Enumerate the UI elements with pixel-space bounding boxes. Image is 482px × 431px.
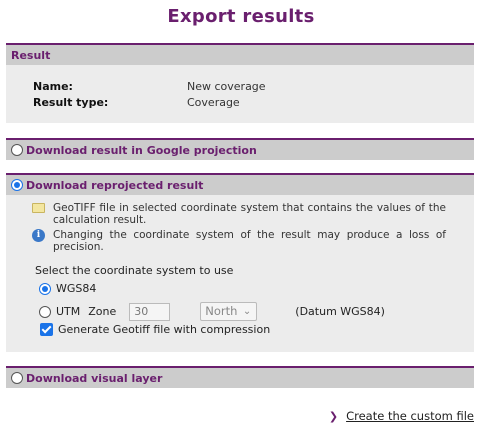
utm-radio[interactable] (39, 305, 51, 318)
chevron-right-icon: ❯ (328, 409, 339, 423)
name-label: Name: (33, 80, 73, 93)
hemisphere-select[interactable]: North ⌄ (200, 302, 258, 321)
visual-layer-section: Download visual layer (6, 366, 474, 388)
compression-checkbox[interactable] (40, 323, 53, 336)
select-prompt: Select the coordinate system to use (35, 264, 234, 277)
visual-layer-radio[interactable] (11, 372, 23, 384)
google-projection-option[interactable]: Download result in Google projection (6, 138, 474, 160)
geotiff-info: GeoTIFF file in selected coordinate syst… (32, 202, 446, 226)
hemisphere-value: North (205, 304, 238, 318)
create-custom-file-link[interactable]: ❯ Create the custom file (329, 409, 474, 423)
wgs84-radio[interactable] (39, 282, 51, 295)
result-heading: Result (6, 43, 474, 65)
utm-label: UTM (56, 305, 81, 318)
wgs84-label: WGS84 (56, 282, 97, 295)
info-icon: i (32, 229, 45, 242)
google-projection-label: Download result in Google projection (26, 143, 257, 157)
folder-icon (32, 203, 45, 213)
google-projection-radio[interactable] (11, 144, 23, 156)
result-type-value: Coverage (187, 96, 240, 109)
visual-layer-label: Download visual layer (26, 371, 163, 385)
compression-label: Generate Geotiff file with compression (58, 323, 271, 336)
result-type-label: Result type: (33, 96, 109, 109)
wgs84-option[interactable]: WGS84 (39, 282, 96, 295)
datum-label: (Datum WGS84) (295, 305, 385, 318)
reprojected-option[interactable]: Download reprojected result (6, 173, 474, 195)
reprojected-body: GeoTIFF file in selected coordinate syst… (6, 195, 474, 352)
precision-warning-text: Changing the coordinate system of the re… (53, 229, 446, 253)
page-title: Export results (167, 6, 315, 27)
reprojected-radio[interactable] (11, 179, 23, 191)
geotiff-info-text: GeoTIFF file in selected coordinate syst… (53, 202, 446, 226)
precision-warning: i Changing the coordinate system of the … (32, 229, 446, 253)
visual-layer-option[interactable]: Download visual layer (6, 366, 474, 388)
zone-input[interactable]: 30 (129, 302, 171, 321)
result-section: Result Name: New coverage Result type: C… (6, 43, 474, 123)
zone-label: Zone (88, 305, 117, 318)
result-body: Name: New coverage Result type: Coverage (6, 65, 474, 123)
compression-option[interactable]: Generate Geotiff file with compression (40, 323, 270, 336)
google-projection-section: Download result in Google projection (6, 138, 474, 160)
utm-option[interactable]: UTM Zone 30 North ⌄ (Datum WGS84) (39, 302, 385, 321)
reprojected-label: Download reprojected result (26, 178, 204, 192)
name-value: New coverage (187, 80, 266, 93)
chevron-down-icon: ⌄ (242, 306, 252, 317)
reprojected-section: Download reprojected result GeoTIFF file… (6, 173, 474, 352)
create-custom-file-label[interactable]: Create the custom file (346, 409, 474, 423)
